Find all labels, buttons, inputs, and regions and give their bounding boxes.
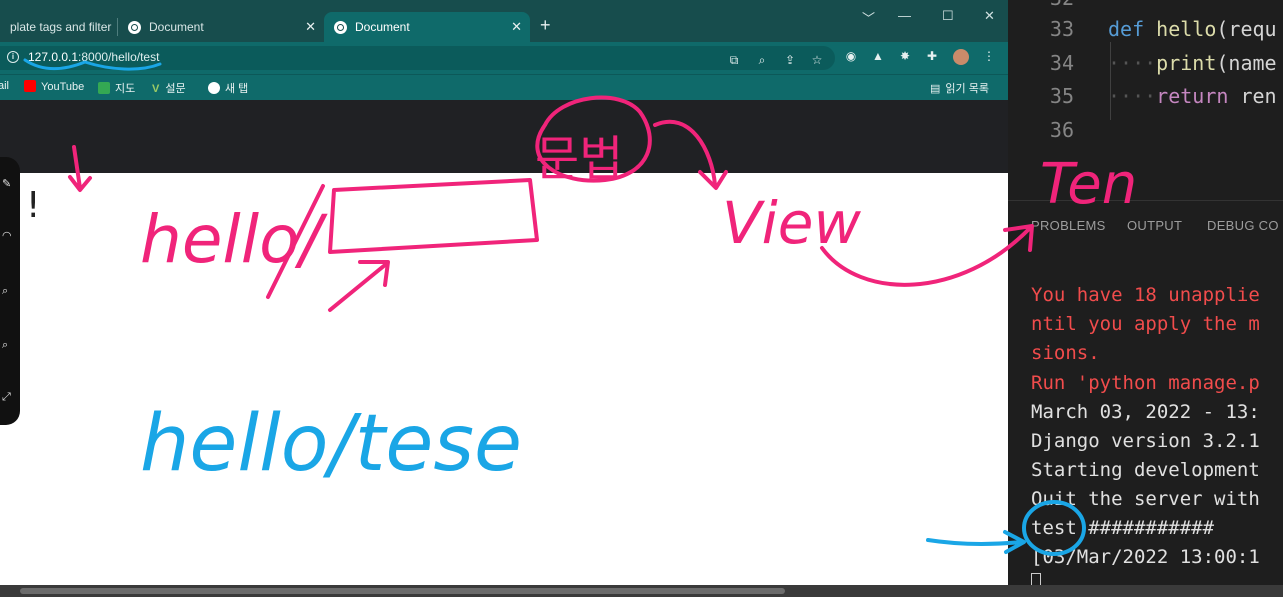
zoom-out-icon[interactable]: ⌕ <box>2 339 8 352</box>
code-line[interactable]: def hello(requ <box>1108 17 1277 41</box>
horizontal-scrollbar[interactable] <box>0 585 1283 597</box>
line-number: 33 <box>1049 17 1074 41</box>
line-number: 34 <box>1049 51 1074 75</box>
menu-icon[interactable]: ⋮ <box>982 49 996 63</box>
reading-list-button[interactable]: ▤ 읽기 목록 <box>930 80 989 96</box>
function-name: hello <box>1156 17 1217 41</box>
pen-icon[interactable]: ✎ <box>2 177 11 190</box>
url-host: 127.0.0.1 <box>28 50 79 64</box>
url-path: :8000/hello/test <box>78 50 160 64</box>
keyword: return <box>1156 84 1229 108</box>
terminal-line: sions. <box>1031 342 1100 364</box>
tab-document-active[interactable]: Document ✕ <box>324 12 530 42</box>
line-number: 32 <box>1008 0 1074 10</box>
globe-icon <box>334 20 347 34</box>
keyword: def <box>1108 17 1145 41</box>
line-number: 36 <box>1049 118 1074 142</box>
gear-icon[interactable]: ✸ <box>898 49 912 63</box>
code-editor: 32 33 34 35 36 def hello(requ ····print(… <box>1008 0 1283 200</box>
youtube-icon <box>24 80 36 92</box>
tab-debug-console[interactable]: DEBUG CO <box>1207 218 1279 233</box>
share-icon[interactable]: ⇪ <box>783 53 797 67</box>
extension-grammar-icon[interactable]: ◉ <box>844 49 858 63</box>
maximize-button[interactable]: ☐ <box>942 8 954 24</box>
terminal-line-test: test ########### <box>1031 517 1215 539</box>
code-text: (name <box>1216 51 1277 75</box>
globe-icon <box>128 20 141 34</box>
url-text[interactable]: 127.0.0.1:8000/hello/test <box>28 50 159 64</box>
tab-title: Document <box>149 20 204 34</box>
reading-list-label: 읽기 목록 <box>945 83 989 95</box>
new-tab-button[interactable]: + <box>540 15 551 36</box>
code-line[interactable]: ····return ren <box>1108 84 1277 108</box>
code-text: ren <box>1228 84 1277 108</box>
scrollbar-thumb[interactable] <box>20 588 785 594</box>
terminal-line: Quit the server with <box>1031 488 1260 510</box>
google-drive-icon[interactable]: ▲ <box>871 49 885 63</box>
zoom-icon[interactable]: ⌕ <box>755 53 769 67</box>
puzzle-icon[interactable]: ✚ <box>925 49 939 63</box>
terminal-line: Starting development <box>1031 459 1260 481</box>
code-line[interactable]: ····print(name <box>1108 51 1277 75</box>
bookmark-survey[interactable]: V 설문 <box>152 80 186 96</box>
page-header-area <box>0 100 1008 173</box>
close-icon[interactable]: ✕ <box>305 19 316 35</box>
terminal-line: You have 18 unapplie <box>1031 284 1260 306</box>
browser-toolbar: i 127.0.0.1:8000/hello/test ⧉ ⌕ ⇪ ☆ ◉ ▲ … <box>0 42 1008 74</box>
star-icon[interactable]: ☆ <box>810 53 824 67</box>
tab-problems[interactable]: PROBLEMS <box>1031 218 1106 233</box>
browser-window: plate tags and filter Document ✕ Documen… <box>0 0 1008 585</box>
drawing-tools-panel: ✎ ◠ ⌕ ⌕ ⤢ <box>0 157 20 425</box>
page-text: ! <box>26 185 41 226</box>
bookmark-label: YouTube <box>41 81 85 93</box>
survey-icon: V <box>152 83 160 95</box>
maps-icon <box>98 82 110 94</box>
terminal-line: Django version 3.2.1 <box>1031 430 1260 452</box>
terminal-line: ntil you apply the m <box>1031 313 1260 335</box>
globe-icon <box>208 82 220 94</box>
wifi-icon[interactable]: ◠ <box>2 229 12 242</box>
bookmark-label: 새 탭 <box>225 83 249 95</box>
line-number: 35 <box>1049 84 1074 108</box>
window-close-button[interactable]: ✕ <box>984 8 995 24</box>
bookmark-youtube[interactable]: YouTube <box>24 80 84 93</box>
expand-icon[interactable]: ⤢ <box>2 391 11 404</box>
page-content: ! <box>0 173 1008 585</box>
tab-title: Document <box>355 20 410 34</box>
terminal-line: [03/Mar/2022 13:00:1 <box>1031 546 1260 568</box>
terminal-panel: PROBLEMS OUTPUT DEBUG CO You have 18 una… <box>1008 200 1283 586</box>
tab-template-tags[interactable]: plate tags and filter <box>0 12 118 42</box>
reading-list-icon: ▤ <box>930 83 941 95</box>
tab-title: plate tags and filter <box>10 20 112 34</box>
bookmarks-bar: ail YouTube 지도 V 설문 새 탭 ▤ 읽기 목록 <box>0 74 1008 100</box>
tab-output[interactable]: OUTPUT <box>1127 218 1182 233</box>
info-icon[interactable]: i <box>7 51 19 63</box>
zoom-in-icon[interactable]: ⌕ <box>2 285 8 298</box>
close-icon[interactable]: ✕ <box>511 19 522 35</box>
bookmark-maps[interactable]: 지도 <box>98 80 135 96</box>
code-text: (requ <box>1216 17 1277 41</box>
terminal-line: Run 'python manage.p <box>1031 372 1260 394</box>
bookmark-label: 설문 <box>165 83 186 95</box>
avatar[interactable] <box>953 49 969 65</box>
tab-document-1[interactable]: Document ✕ <box>118 12 324 42</box>
bookmark-new-tab[interactable]: 새 탭 <box>208 80 248 96</box>
bookmark-mail[interactable]: ail <box>0 80 9 92</box>
tab-search-icon[interactable]: ﹀ <box>862 8 875 27</box>
address-bar[interactable]: i 127.0.0.1:8000/hello/test ⧉ ⌕ ⇪ ☆ <box>0 46 835 70</box>
minimize-button[interactable]: — <box>898 8 911 23</box>
terminal-line: March 03, 2022 - 13: <box>1031 401 1260 423</box>
function-name: print <box>1156 51 1217 75</box>
bookmark-label: ail <box>0 80 10 92</box>
tab-strip: plate tags and filter Document ✕ Documen… <box>0 0 1008 42</box>
translate-icon[interactable]: ⧉ <box>727 53 741 67</box>
bookmark-label: 지도 <box>115 83 136 95</box>
